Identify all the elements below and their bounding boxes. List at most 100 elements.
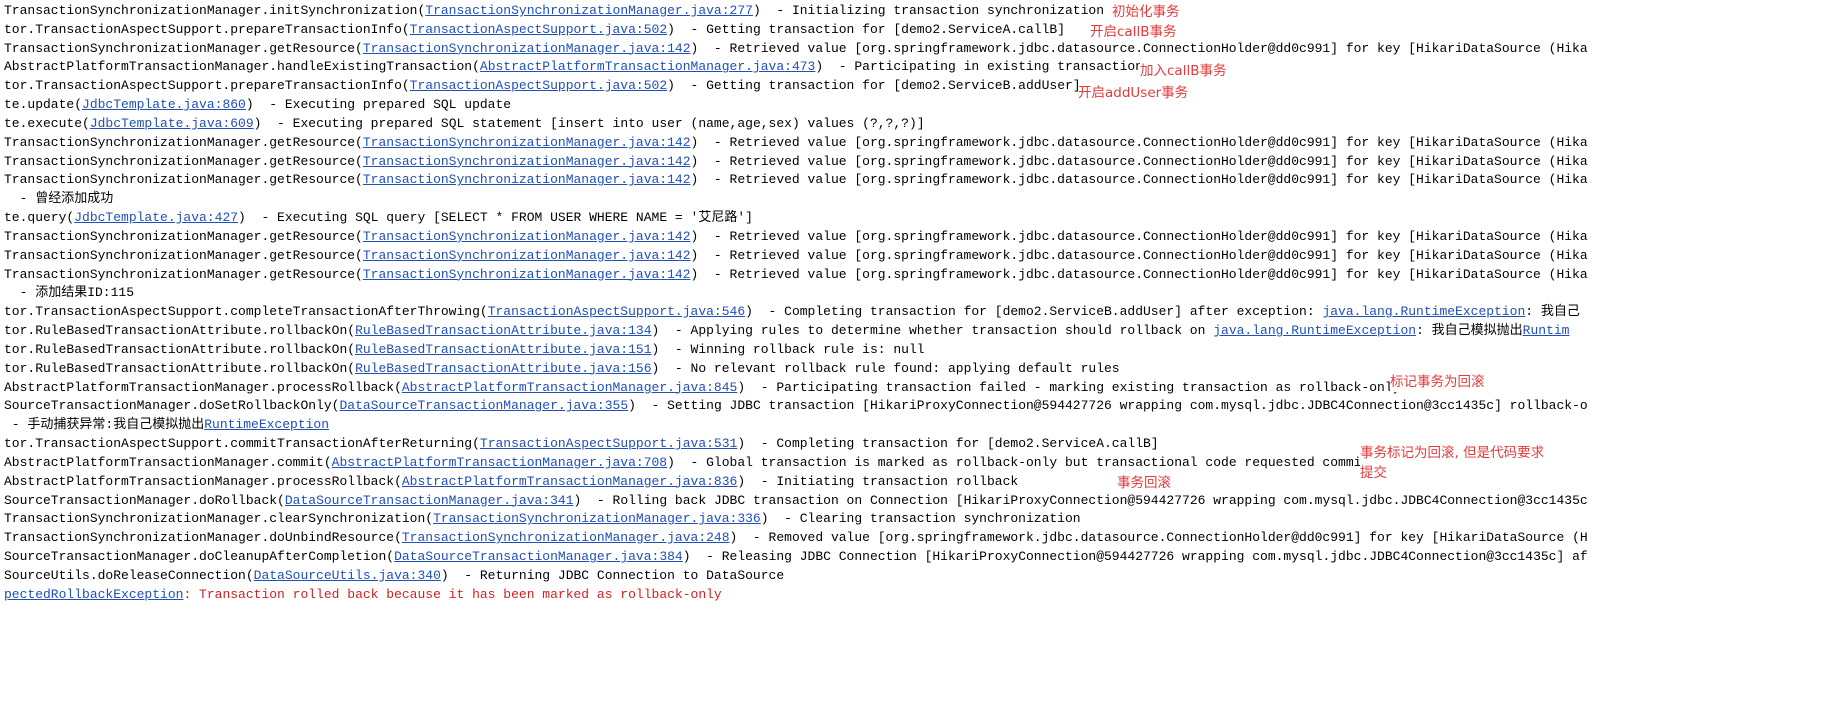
source-link[interactable]: DataSourceTransactionManager.java:384 [394,549,683,564]
source-link[interactable]: RuleBasedTransactionAttribute.java:151 [355,342,651,357]
log-line: TransactionSynchronizationManager.getRes… [4,40,1830,59]
source-link[interactable]: TransactionSynchronizationManager.java:1… [363,248,691,263]
log-line: SourceTransactionManager.doCleanupAfterC… [4,548,1830,567]
log-text: SourceTransactionManager.doSetRollbackOn… [4,398,340,414]
log-line: tor.TransactionAspectSupport.prepareTran… [4,21,1830,40]
log-text: ) - Initializing transaction synchroniza… [752,3,1104,18]
annotation-open-callb: 开启callB事务 [1090,22,1177,42]
log-text: TransactionSynchronizationManager.getRes… [4,228,363,244]
source-link[interactable]: TransactionAspectSupport.java:502 [410,22,667,37]
log-line: tor.RuleBasedTransactionAttribute.rollba… [4,360,1830,379]
source-link[interactable]: RuleBasedTransactionAttribute.java:156 [355,361,651,376]
log-text: ) - Getting transaction for [demo2.Servi… [667,78,1081,94]
log-text: TransactionSynchronizationManager.initSy… [4,3,426,18]
source-link[interactable]: TransactionSynchronizationManager.java:1… [363,154,691,169]
source-link[interactable]: TransactionAspectSupport.java:502 [410,78,667,93]
log-text: TransactionSynchronizationManager.getRes… [4,134,363,150]
source-link[interactable]: JdbcTemplate.java:427 [74,210,238,225]
source-link[interactable]: Runtim [1523,323,1570,338]
annotation-rollback: 事务回滚 [1117,473,1171,493]
log-text: ) - Participating transaction failed - m… [737,379,1401,395]
log-text: tor.TransactionAspectSupport.prepareTran… [4,78,410,94]
log-text: ) - Setting JDBC transaction [HikariProx… [628,398,1588,414]
log-text: tor.TransactionAspectSupport.completeTra… [4,304,488,320]
log-text: : 我自己 [1525,304,1580,320]
log-text: ) - Getting transaction for [demo2.Servi… [667,21,1065,37]
source-link[interactable]: java.lang.RuntimeException [1213,323,1416,338]
log-line: pectedRollbackException: Transaction rol… [4,586,1830,605]
source-link[interactable]: AbstractPlatformTransactionManager.java:… [332,455,667,470]
log-text: tor.RuleBasedTransactionAttribute.rollba… [4,323,356,339]
log-line: TransactionSynchronizationManager.initSy… [4,2,1830,21]
log-text: SourceTransactionManager.doCleanupAfterC… [4,549,395,565]
log-line: tor.TransactionAspectSupport.commitTrans… [4,435,1830,454]
log-line: SourceTransactionManager.doRollback(Data… [4,492,1830,511]
source-link[interactable]: TransactionAspectSupport.java:531 [480,436,737,451]
source-link[interactable]: RuntimeException [204,417,329,432]
log-text: ) - No relevant rollback rule found: app… [651,360,1120,376]
log-text: AbstractPlatformTransactionManager.proce… [4,379,402,395]
source-link[interactable]: java.lang.RuntimeException [1322,304,1525,319]
source-link[interactable]: JdbcTemplate.java:609 [90,116,254,131]
source-link[interactable]: AbstractPlatformTransactionManager.java:… [402,380,737,395]
log-line: TransactionSynchronizationManager.doUnbi… [4,529,1830,548]
log-line: AbstractPlatformTransactionManager.handl… [4,58,1830,77]
log-text: tor.RuleBasedTransactionAttribute.rollba… [4,341,356,357]
source-link[interactable]: JdbcTemplate.java:860 [82,97,246,112]
log-text: TransactionSynchronizationManager.clearS… [4,511,434,527]
log-text: ) - Retrieved value [org.springframework… [690,40,1588,56]
log-text: TransactionSynchronizationManager.getRes… [4,247,363,263]
log-text: ) - Applying rules to determine whether … [651,323,1214,339]
log-line: TransactionSynchronizationManager.getRes… [4,247,1830,266]
log-text: TransactionSynchronizationManager.getRes… [4,266,363,282]
log-line: te.query(JdbcTemplate.java:427) - Execut… [4,209,1830,228]
source-link[interactable]: TransactionSynchronizationManager.java:2… [402,530,730,545]
annotation-join-callb: 加入callB事务 [1140,61,1227,81]
source-link[interactable]: DataSourceTransactionManager.java:341 [285,493,574,508]
log-line: TransactionSynchronizationManager.getRes… [4,266,1830,285]
log-text: AbstractPlatformTransactionManager.handl… [4,59,480,75]
log-text: - 添加结果ID:115 [4,285,135,301]
log-text: tor.RuleBasedTransactionAttribute.rollba… [4,360,356,376]
log-text: ) - Completing transaction for [demo2.Se… [737,436,1159,452]
source-link[interactable]: DataSourceUtils.java:340 [254,568,441,583]
log-text: te.update( [4,97,83,113]
log-line: te.execute(JdbcTemplate.java:609) - Exec… [4,115,1830,134]
log-text: tor.TransactionAspectSupport.prepareTran… [4,21,410,37]
log-text: ) - Returning JDBC Connection to DataSou… [440,567,785,583]
source-link[interactable]: TransactionSynchronizationManager.java:2… [425,3,753,18]
source-link[interactable]: TransactionAspectSupport.java:546 [488,304,745,319]
source-link[interactable]: AbstractPlatformTransactionManager.java:… [402,474,737,489]
source-link[interactable]: TransactionSynchronizationManager.java:1… [363,172,691,187]
log-line: - 添加结果ID:115 [4,284,1830,303]
log-line: TransactionSynchronizationManager.getRes… [4,228,1830,247]
source-link[interactable]: DataSourceTransactionManager.java:355 [339,398,628,413]
log-line: SourceTransactionManager.doSetRollbackOn… [4,397,1830,416]
source-link[interactable]: TransactionSynchronizationManager.java:1… [363,229,691,244]
log-line: te.update(JdbcTemplate.java:860) - Execu… [4,96,1830,115]
source-link[interactable]: TransactionSynchronizationManager.java:3… [433,511,761,526]
log-text: ) - Initiating transaction rollback [737,473,1019,489]
log-text: ) - Retrieved value [org.springframework… [690,153,1588,169]
log-text: tor.TransactionAspectSupport.commitTrans… [4,436,480,452]
log-text: ) - Executing prepared SQL update [245,97,512,113]
log-line: TransactionSynchronizationManager.getRes… [4,153,1830,172]
log-text: ) - Retrieved value [org.springframework… [690,228,1588,244]
source-link[interactable]: pectedRollbackException [4,587,183,602]
log-text: ) - Completing transaction for [demo2.Se… [745,304,1323,320]
log-line: - 手动捕获异常:我自己模拟抛出RuntimeException [4,416,1830,435]
log-text: AbstractPlatformTransactionManager.commi… [4,454,332,470]
annotation-init: 初始化事务 [1112,2,1180,22]
log-text: TransactionSynchronizationManager.getRes… [4,153,363,169]
source-link[interactable]: TransactionSynchronizationManager.java:1… [363,41,691,56]
log-text: ) - Participating in existing transactio… [815,59,1144,75]
log-line: tor.RuleBasedTransactionAttribute.rollba… [4,341,1830,360]
source-link[interactable]: RuleBasedTransactionAttribute.java:134 [355,323,651,338]
source-link[interactable]: TransactionSynchronizationManager.java:1… [363,267,691,282]
log-line: SourceUtils.doReleaseConnection(DataSour… [4,567,1830,586]
log-text: SourceTransactionManager.doRollback( [4,492,285,508]
log-line: TransactionSynchronizationManager.clearS… [4,510,1830,529]
source-link[interactable]: TransactionSynchronizationManager.java:1… [363,135,691,150]
log-text: AbstractPlatformTransactionManager.proce… [4,473,402,489]
source-link[interactable]: AbstractPlatformTransactionManager.java:… [480,59,815,74]
